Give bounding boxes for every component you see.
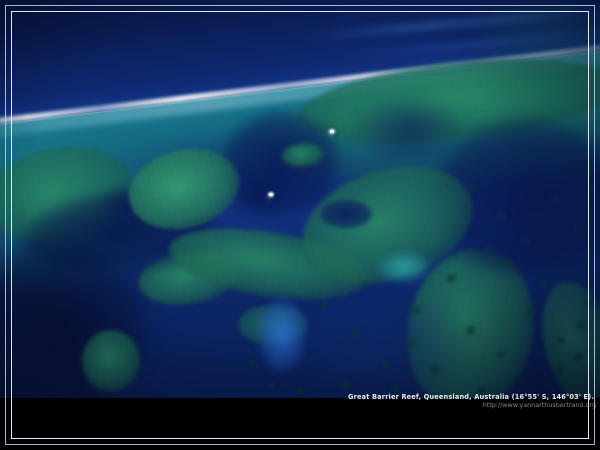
wallpaper-canvas: Great Barrier Reef, Queensland, Australi…	[0, 0, 600, 450]
photo-caption: Great Barrier Reef, Queensland, Australi…	[348, 393, 594, 409]
caption-location: Great Barrier Reef, Queensland, Australi…	[348, 393, 594, 401]
caption-url: http://www.yannarthusbertrand.org	[348, 401, 596, 409]
reef-aerial-photo	[0, 0, 600, 398]
vignette-overlay	[0, 0, 600, 398]
